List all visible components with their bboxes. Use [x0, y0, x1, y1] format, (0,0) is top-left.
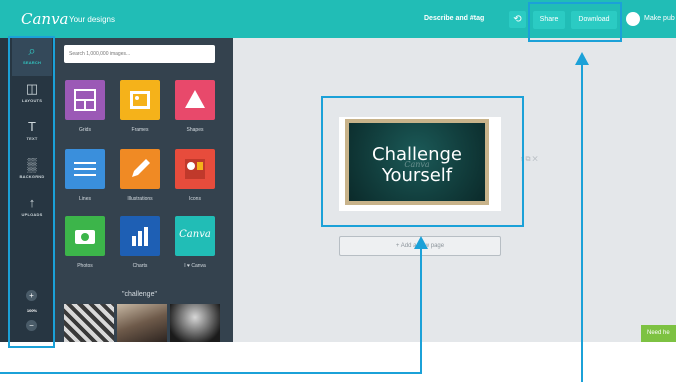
design-image[interactable]: Challenge Canva Yourself	[345, 119, 489, 205]
undo-button[interactable]: ⟲	[509, 11, 526, 28]
rail-item-label: TEXT	[26, 136, 38, 141]
download-button[interactable]: Download	[571, 11, 617, 29]
tile-charts[interactable]	[120, 216, 160, 256]
zoom-out-button[interactable]: −	[26, 320, 37, 331]
tile-illustrations[interactable]	[120, 149, 160, 189]
tile-shapes[interactable]	[175, 80, 215, 120]
rail-item-layouts[interactable]: ◫ LAYOUTS	[12, 76, 52, 114]
search-input[interactable]	[64, 45, 215, 63]
tile-grids[interactable]	[65, 80, 105, 120]
tile-photos[interactable]	[65, 216, 105, 256]
zoom-in-button[interactable]: +	[26, 290, 37, 301]
elements-panel: Grids Frames Shapes Lines Illustrations …	[55, 38, 233, 342]
tile-lines[interactable]	[65, 149, 105, 189]
tile-label: Shapes	[186, 127, 204, 133]
rail-item-label: SEARCH	[22, 60, 42, 65]
tile-label: Icons	[189, 196, 201, 202]
rail-item-label: BACKGRND	[19, 174, 45, 179]
tile-label: Photos	[77, 263, 93, 269]
tile-label: Lines	[79, 196, 91, 202]
icons-icon	[185, 159, 205, 179]
chalkboard: Challenge Canva Yourself	[349, 123, 485, 201]
result-photo[interactable]	[64, 304, 114, 342]
make-public-button[interactable]: Make pub	[644, 15, 675, 22]
tile-label: Charts	[132, 263, 148, 269]
arrow-up-icon	[414, 236, 428, 249]
zoom-level: 100%	[26, 308, 38, 313]
callout-line	[420, 248, 422, 374]
avatar[interactable]	[626, 12, 640, 26]
tile-label: I ♥ Canva	[184, 263, 206, 269]
pencil-icon	[132, 159, 150, 177]
camera-icon	[75, 230, 95, 244]
page-actions[interactable]: ↑ ⧉ ✕	[520, 156, 538, 164]
upload-icon: ↑	[28, 195, 36, 210]
canva-logo-icon: Canva	[179, 229, 211, 240]
tile-label: Illustrations	[127, 196, 153, 202]
left-rail: ⌕ SEARCH ◫ LAYOUTS T TEXT ▒ BACKGRND ↑ U…	[0, 38, 55, 342]
shapes-icon	[185, 90, 205, 108]
your-designs-link[interactable]: Your designs	[69, 15, 115, 24]
document-title[interactable]: Describe and #tag	[424, 15, 484, 22]
need-help-button[interactable]: Need he	[641, 325, 676, 342]
search-results-title: "challenge"	[122, 291, 157, 298]
top-bar: Canva Your designs Describe and #tag ⟲ S…	[0, 0, 676, 38]
tile-frames[interactable]	[120, 80, 160, 120]
tile-icons[interactable]	[175, 149, 215, 189]
search-icon: ⌕	[28, 43, 36, 58]
rail-item-label: UPLOADS	[21, 212, 43, 217]
arrow-up-icon	[575, 52, 589, 65]
text-icon: T	[28, 119, 36, 134]
tile-label: Frames	[131, 127, 149, 133]
rail-item-label: LAYOUTS	[21, 98, 43, 103]
rail-item-background[interactable]: ▒ BACKGRND	[12, 152, 52, 190]
rail-item-uploads[interactable]: ↑ UPLOADS	[12, 190, 52, 228]
canva-logo[interactable]: Canva	[21, 10, 69, 28]
callout-line	[581, 64, 583, 382]
bar-chart-icon	[132, 227, 148, 246]
rail-item-search[interactable]: ⌕ SEARCH	[12, 38, 52, 76]
share-button[interactable]: Share	[533, 11, 565, 29]
design-text-line2: Yourself	[381, 165, 453, 186]
result-photo[interactable]	[117, 304, 167, 342]
tile-i-love-canva[interactable]: Canva	[175, 216, 215, 256]
result-photo[interactable]	[170, 304, 220, 342]
rail-item-text[interactable]: T TEXT	[12, 114, 52, 152]
layouts-icon: ◫	[25, 81, 39, 96]
tile-label: Grids	[79, 127, 91, 133]
grids-icon	[74, 89, 96, 111]
frames-icon	[130, 91, 150, 109]
lines-icon	[74, 162, 96, 176]
callout-line	[0, 372, 422, 374]
background-icon: ▒	[27, 157, 37, 172]
